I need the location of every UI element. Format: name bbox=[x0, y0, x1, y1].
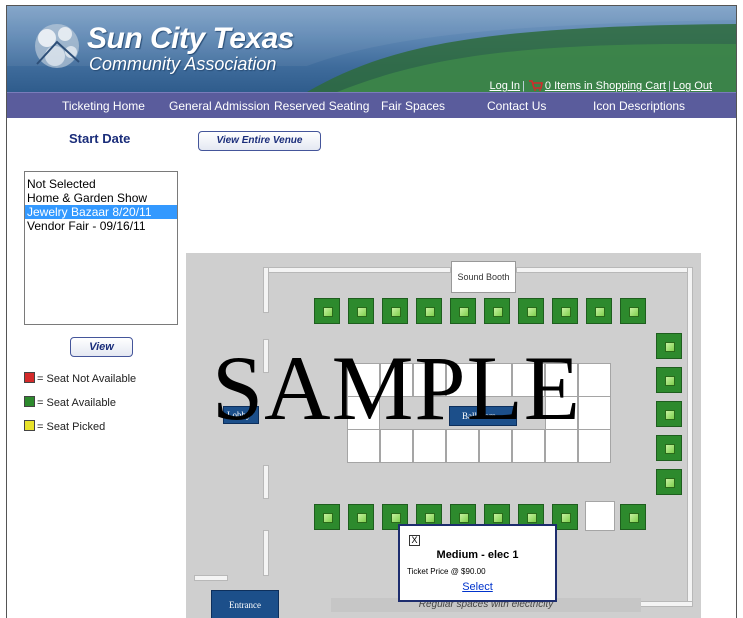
green-seat-icon bbox=[24, 396, 35, 407]
seat-available[interactable] bbox=[382, 298, 408, 324]
logout-link[interactable]: Log Out bbox=[673, 80, 712, 92]
red-seat-icon bbox=[24, 372, 35, 383]
legend-available: = Seat Available bbox=[24, 396, 116, 410]
space-unassigned[interactable] bbox=[578, 363, 611, 397]
popup-title: Medium - elec 1 bbox=[436, 549, 519, 561]
space-unassigned[interactable] bbox=[578, 429, 611, 463]
seat-available[interactable] bbox=[656, 435, 682, 461]
entrance-label: Entrance bbox=[211, 590, 279, 618]
seat-available[interactable] bbox=[586, 298, 612, 324]
popup-price: Ticket Price @ $90.00 bbox=[407, 567, 486, 576]
date-option-home-garden[interactable]: Home & Garden Show bbox=[25, 191, 177, 205]
seat-available[interactable] bbox=[416, 298, 442, 324]
logo-title: Sun City Texas bbox=[87, 22, 294, 55]
close-icon[interactable]: X bbox=[409, 535, 420, 546]
seat-available[interactable] bbox=[348, 504, 374, 530]
view-entire-venue-button[interactable]: View Entire Venue bbox=[198, 131, 321, 151]
browser-frame: Sun City Texas Community Association Log… bbox=[6, 5, 737, 618]
sound-booth: Sound Booth bbox=[451, 261, 516, 293]
nav-fair-spaces[interactable]: Fair Spaces bbox=[381, 99, 445, 113]
date-option-vendor-fair[interactable]: Vendor Fair - 09/16/11 bbox=[25, 219, 177, 233]
wall bbox=[263, 465, 269, 499]
view-button[interactable]: View bbox=[70, 337, 133, 357]
seat-available[interactable] bbox=[518, 298, 544, 324]
event-date-listbox[interactable]: Not Selected Home & Garden Show Jewelry … bbox=[24, 171, 178, 325]
account-links: Log In | 0 Items in Shopping Cart | Log Out bbox=[489, 80, 712, 92]
seat-available[interactable] bbox=[656, 469, 682, 495]
wall bbox=[516, 267, 693, 273]
seat-available[interactable] bbox=[484, 298, 510, 324]
legend-label: = Seat Not Available bbox=[37, 373, 137, 385]
legend-picked: = Seat Picked bbox=[24, 420, 105, 434]
seat-info-popup: X Medium - elec 1 Ticket Price @ $90.00 … bbox=[398, 524, 557, 602]
sample-watermark: SAMPLE bbox=[212, 337, 581, 439]
nav-contact-us[interactable]: Contact Us bbox=[487, 99, 546, 113]
nav-icon-descriptions[interactable]: Icon Descriptions bbox=[593, 99, 685, 113]
shopping-cart-icon[interactable] bbox=[528, 80, 543, 91]
seat-available[interactable] bbox=[656, 367, 682, 393]
yellow-seat-icon bbox=[24, 420, 35, 431]
seat-available[interactable] bbox=[450, 298, 476, 324]
nav-reserved-seating[interactable]: Reserved Seating bbox=[274, 99, 369, 113]
wall bbox=[687, 267, 693, 607]
select-link[interactable]: Select bbox=[400, 581, 555, 593]
seat-available[interactable] bbox=[656, 333, 682, 359]
nav-ticketing-home[interactable]: Ticketing Home bbox=[62, 99, 145, 113]
legend-not-available: = Seat Not Available bbox=[24, 372, 136, 386]
shopping-cart-link[interactable]: 0 Items in Shopping Cart bbox=[545, 80, 666, 92]
seat-available[interactable] bbox=[620, 298, 646, 324]
legend-label: = Seat Available bbox=[37, 397, 116, 409]
main-nav: Ticketing Home General Admission Reserve… bbox=[7, 92, 736, 118]
seat-available[interactable] bbox=[314, 298, 340, 324]
seat-available[interactable] bbox=[552, 298, 578, 324]
seat-available[interactable] bbox=[348, 298, 374, 324]
site-header: Sun City Texas Community Association Log… bbox=[7, 6, 736, 92]
wall bbox=[263, 530, 269, 576]
date-option-not-selected[interactable]: Not Selected bbox=[25, 177, 177, 191]
seat-available[interactable] bbox=[314, 504, 340, 530]
legend-label: = Seat Picked bbox=[37, 421, 106, 433]
wall bbox=[263, 267, 451, 273]
wall bbox=[194, 575, 228, 581]
space-unassigned[interactable] bbox=[578, 396, 611, 430]
seat-available[interactable] bbox=[656, 401, 682, 427]
link-separator: | bbox=[668, 80, 671, 92]
nav-general-admission[interactable]: General Admission bbox=[169, 99, 270, 113]
logo-subtitle: Community Association bbox=[89, 54, 277, 74]
seat-available[interactable] bbox=[620, 504, 646, 530]
link-separator: | bbox=[522, 80, 525, 92]
wall bbox=[263, 267, 269, 313]
date-option-jewelry-bazaar[interactable]: Jewelry Bazaar 8/20/11 bbox=[25, 205, 177, 219]
space-selected-white[interactable] bbox=[585, 501, 615, 531]
logo-icon bbox=[35, 24, 80, 68]
start-date-heading: Start Date bbox=[69, 131, 131, 146]
login-link[interactable]: Log In bbox=[489, 80, 520, 92]
